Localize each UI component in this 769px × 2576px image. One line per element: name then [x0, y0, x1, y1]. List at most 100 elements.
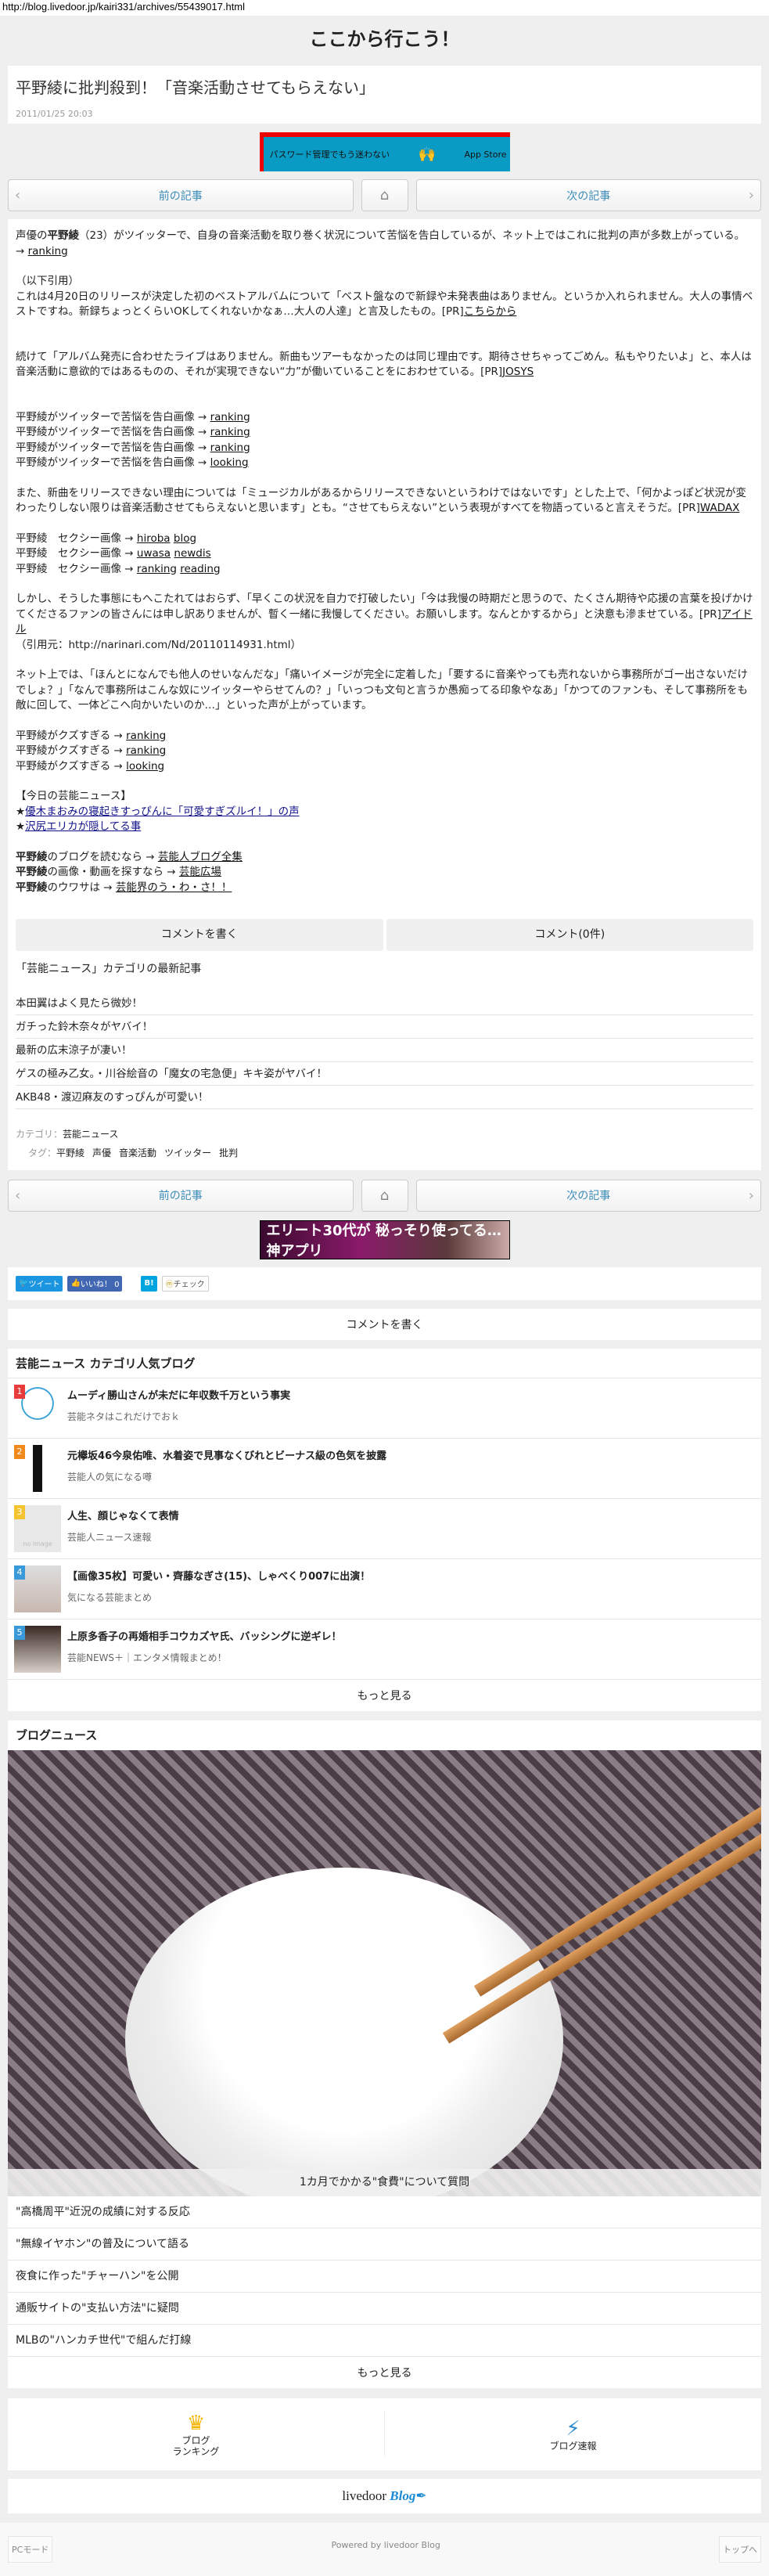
mixi-check-button[interactable]: ⓜ チェック	[161, 1275, 209, 1292]
pr-link[interactable]: WADAX	[700, 502, 740, 514]
twitter-icon: 🐦	[19, 1279, 29, 1288]
tweet-button[interactable]: 🐦 ツイート	[16, 1275, 63, 1292]
home-button[interactable]: ⌂	[361, 179, 408, 211]
like-button[interactable]: 👍 いいね！ 0	[67, 1275, 123, 1292]
link-line: 平野綾 セクシー画像 → ranking reading	[16, 562, 221, 575]
link-line: 平野綾のブログを読むなら → 芸能人ブログ全集	[16, 850, 243, 863]
rank-badge: 1	[14, 1384, 25, 1399]
tag-link[interactable]: 批判	[219, 1147, 238, 1158]
comments-count-button[interactable]: コメント(0件)	[386, 919, 753, 951]
link-line: 平野綾がツイッターで苦悩を告白画像 → looking	[16, 456, 249, 469]
popular-blog-title: 元欅坂46今泉佑唯、水着姿で見事なくびれとビーナス級の色気を披露	[67, 1450, 387, 1462]
popular-blog-title: 上原多香子の再婚相手コウカズヤ氏、バッシングに逆ギレ！	[67, 1630, 342, 1643]
popular-blog-item[interactable]: 3 no image 人生、顔じゃなくて表情 芸能人ニュース速報	[8, 1499, 761, 1559]
back-to-top-button[interactable]: トップへ	[719, 2535, 761, 2563]
rank-badge: 2	[14, 1444, 25, 1459]
blog-links: ♛ ブログ ランキング ⚡ ブログ速報	[8, 2398, 761, 2470]
ranking-link[interactable]: ranking	[126, 744, 166, 757]
image-link[interactable]: reading	[180, 563, 220, 575]
write-comment-button[interactable]: コメントを書く	[16, 919, 383, 951]
livedoor-blog-logo[interactable]: livedoor Blog ✒	[8, 2478, 761, 2513]
chevron-left-icon: ‹	[15, 187, 21, 204]
rank-badge: 3	[14, 1504, 25, 1519]
blog-name: 芸能人ニュース速報	[67, 1531, 152, 1543]
ranking-link[interactable]: ranking	[126, 730, 166, 742]
ranking-link[interactable]: ranking	[210, 426, 250, 438]
news-link[interactable]: 沢尻エリカが隠してる事	[25, 820, 141, 833]
link-line: 平野綾がツイッターで苦悩を告白画像 → ranking	[16, 441, 250, 454]
rank-badge: 4	[14, 1565, 25, 1580]
featured-news-image[interactable]: 1カ月でかかる"食費"について質問	[8, 1749, 761, 2196]
ad-banner[interactable]: パスワード管理でもう迷わない 🙌 App Store	[259, 132, 510, 171]
blog-flash-link[interactable]: ⚡ ブログ速報	[385, 2417, 761, 2452]
news-item[interactable]: "無線イヤホン"の普及について語る	[8, 2228, 761, 2261]
next-article-button[interactable]: 次の記事 ›	[415, 179, 761, 211]
article-meta: カテゴリ：芸能ニュース タグ：平野綾 声優 音楽活動 ツイッター 批判	[16, 1128, 239, 1158]
list-item[interactable]: AKB48・渡辺麻友のすっぴんが可愛い！	[16, 1086, 753, 1109]
blog-name: 芸能ネタはこれだけでおｋ	[67, 1410, 181, 1422]
article-nav-bottom: ‹ 前の記事 ⌂ 次の記事 ›	[8, 1179, 761, 1212]
prev-article-button[interactable]: ‹ 前の記事	[8, 1179, 354, 1212]
link-line: 平野綾 セクシー画像 → uwasa newdis	[16, 547, 211, 560]
promo-link[interactable]: 芸能広場	[179, 866, 221, 878]
list-item[interactable]: ゲスの極み乙女。・川谷絵音の「魔女の宅急便」キキ姿がヤバイ！	[16, 1062, 753, 1086]
ad-banner-2[interactable]: エリート30代が 秘っそり使ってる… 神アプリ	[259, 1220, 510, 1259]
news-link[interactable]: 優木まおみの寝起きすっぴんに「可愛すぎズルイ！」の声	[25, 805, 299, 818]
ranking-link[interactable]: ranking	[28, 245, 68, 258]
paragraph: ネット上では、「ほんとになんでも他人のせいなんだな」「痛いイメージが完全に定着し…	[16, 668, 748, 712]
chevron-left-icon: ‹	[15, 1187, 21, 1204]
category-latest-title: 「芸能ニュース」カテゴリの最新記事	[16, 963, 202, 975]
popular-blog-item[interactable]: 5 上原多香子の再婚相手コウカズヤ氏、バッシングに逆ギレ！ 芸能NEWS＋｜エン…	[8, 1619, 761, 1680]
image-link[interactable]: blog	[174, 532, 196, 545]
ranking-link[interactable]: ranking	[210, 441, 250, 454]
mixi-icon: ⓜ	[165, 1281, 174, 1289]
news-item[interactable]: MLBの"ハンカチ世代"で組んだ打線	[8, 2325, 761, 2357]
promo-link[interactable]: 芸能界のう・わ・さ！！	[116, 881, 232, 894]
list-item[interactable]: 最新の広末涼子が凄い！	[16, 1039, 753, 1062]
popular-blog-item[interactable]: 2 元欅坂46今泉佑唯、水着姿で見事なくびれとビーナス級の色気を披露 芸能人の気…	[8, 1439, 761, 1499]
ranking-link[interactable]: ranking	[210, 411, 250, 423]
hatena-button[interactable]: B!	[141, 1275, 157, 1292]
prev-article-button[interactable]: ‹ 前の記事	[8, 179, 354, 211]
featured-news-caption[interactable]: 1カ月でかかる"食費"について質問	[8, 2168, 761, 2196]
write-comment-button[interactable]: コメントを書く	[8, 1308, 761, 1340]
link-line: 平野綾 セクシー画像 → hiroba blog	[16, 531, 197, 545]
chopstick-image	[473, 1786, 761, 1997]
ranking-link[interactable]: looking	[126, 760, 164, 773]
image-link[interactable]: hiroba	[137, 532, 171, 545]
next-article-button[interactable]: 次の記事 ›	[415, 1179, 761, 1212]
tag-link[interactable]: ツイッター	[164, 1147, 211, 1158]
list-item[interactable]: ガチった鈴木奈々がヤバイ！	[16, 1015, 753, 1039]
ad-text: パスワード管理でもう迷わない	[269, 150, 390, 160]
image-link[interactable]: uwasa	[137, 547, 171, 560]
tag-link[interactable]: 音楽活動	[119, 1147, 156, 1158]
thumbnail-image: 3 no image	[14, 1504, 61, 1552]
image-link[interactable]: ranking	[137, 563, 177, 575]
list-item[interactable]: 本田翼はよく見たら微妙！	[16, 992, 753, 1015]
blog-ranking-link[interactable]: ♛ ブログ ランキング	[8, 2411, 385, 2457]
popular-blog-item[interactable]: 1 ムーディ勝山さんが未だに年収数千万という事実 芸能ネタはこれだけでおｋ	[8, 1378, 761, 1439]
url-bar[interactable]: http://blog.livedoor.jp/kairi331/archive…	[0, 0, 769, 16]
link-line: 平野綾のウワサは → 芸能界のう・わ・さ！！	[16, 881, 232, 894]
promo-link[interactable]: 芸能人ブログ全集	[158, 851, 243, 863]
home-button[interactable]: ⌂	[361, 1179, 408, 1212]
more-button[interactable]: もっと見る	[8, 2357, 761, 2388]
pr-link[interactable]: こちらから	[464, 305, 517, 318]
news-item[interactable]: 夜食に作った"チャーハン"を公開	[8, 2261, 761, 2293]
tag-link[interactable]: 平野綾	[56, 1147, 84, 1158]
pr-link[interactable]: JOSYS	[502, 366, 534, 378]
ranking-link[interactable]: looking	[210, 456, 249, 469]
news-item[interactable]: 通販サイトの"支払い方法"に疑問	[8, 2293, 761, 2325]
news-item[interactable]: "高橋周平"近況の成績に対する反応	[8, 2196, 761, 2228]
tag-link[interactable]: 声優	[92, 1147, 111, 1158]
thumbnail-image: 2	[14, 1444, 61, 1492]
pc-mode-button[interactable]: PCモード	[8, 2535, 53, 2563]
blog-news: ブログニュース 1カ月でかかる"食費"について質問 "高橋周平"近況の成績に対す…	[8, 1720, 761, 2388]
image-link[interactable]: newdis	[174, 547, 210, 560]
more-button[interactable]: もっと見る	[8, 1680, 761, 1711]
popular-blog-item[interactable]: 4 【画像35枚】可愛い・齊藤なぎさ(15)、しゃべくり007に出演！ 気になる…	[8, 1559, 761, 1619]
site-title[interactable]: ここから行こう！	[0, 16, 769, 66]
comment-buttons: コメントを書く コメント(0件)	[16, 919, 753, 951]
category-link[interactable]: 芸能ニュース	[63, 1129, 118, 1140]
link-line: 平野綾がクズすぎる → looking	[16, 759, 165, 773]
